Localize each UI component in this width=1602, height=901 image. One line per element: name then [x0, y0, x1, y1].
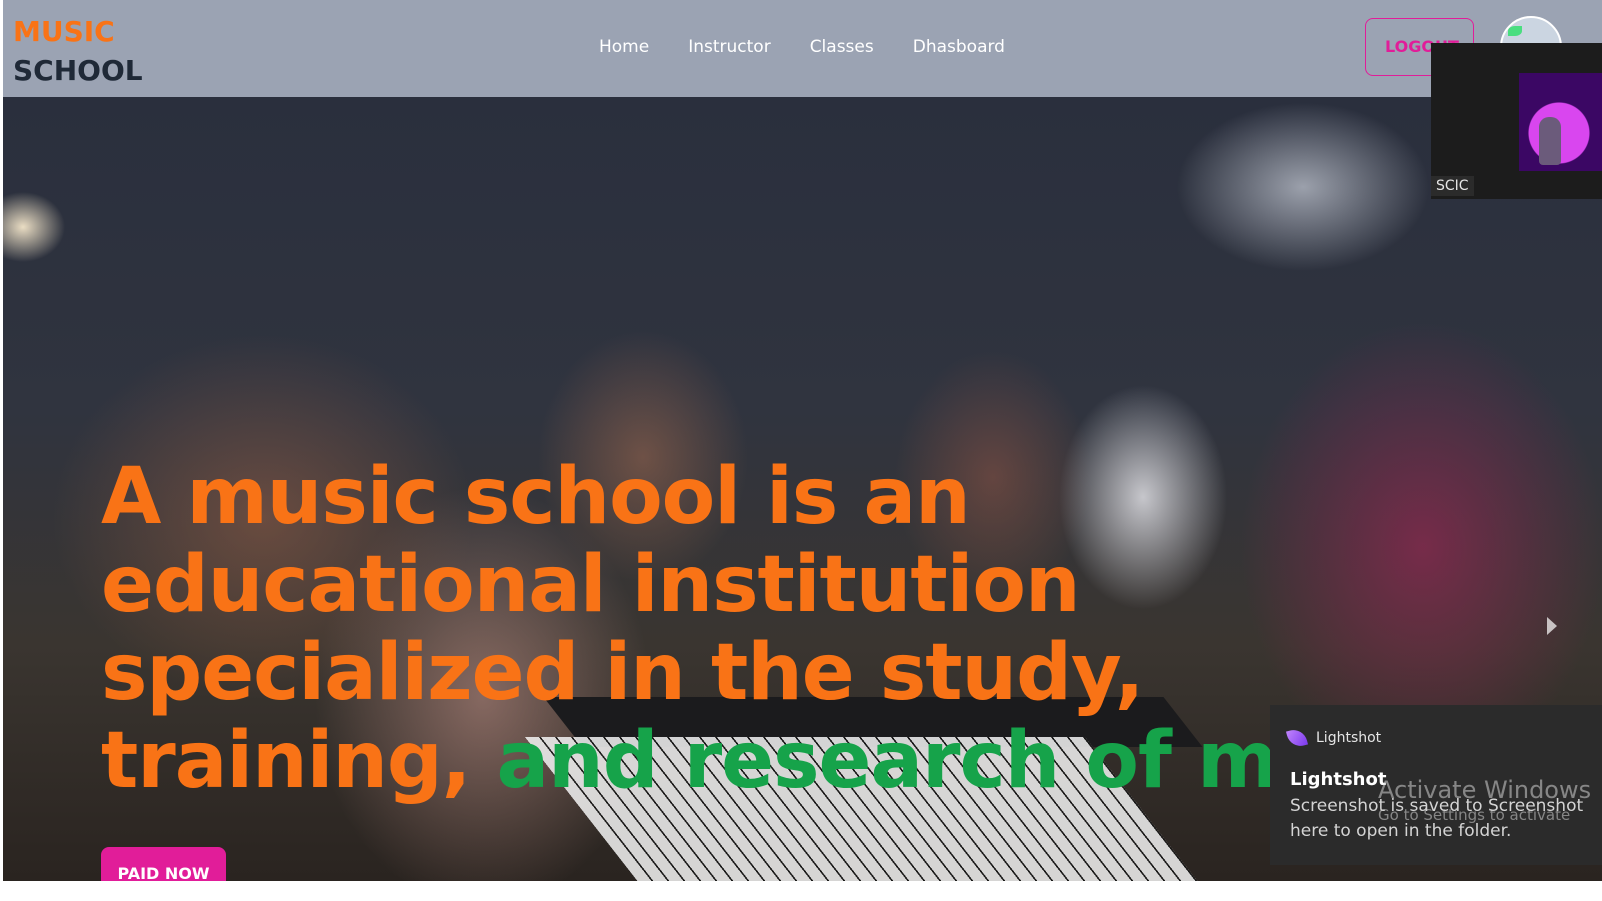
nav-classes[interactable]: Classes [810, 37, 874, 57]
page: MUSIC SCHOOL Home Instructor Classes Dha… [0, 0, 1602, 901]
bottom-strip [0, 881, 1602, 901]
paid-now-button[interactable]: PAID NOW [101, 847, 226, 881]
site-logo[interactable]: MUSIC SCHOOL [13, 12, 143, 90]
nav-instructor[interactable]: Instructor [688, 37, 770, 57]
hero-headline: A music school is an educational institu… [101, 453, 1471, 805]
carousel-next-icon[interactable] [1547, 617, 1557, 635]
avatar-leaf-icon [1508, 26, 1522, 36]
logo-line-music: MUSIC [13, 15, 115, 48]
main-nav: Home Instructor Classes Dhasboard [599, 37, 1044, 57]
nav-home[interactable]: Home [599, 37, 649, 57]
logo-line-school: SCHOOL [13, 54, 143, 87]
lightshot-notification[interactable]: Lightshot Lightshot Screenshot is saved … [1270, 705, 1602, 865]
video-call-overlay[interactable]: SCIC [1431, 43, 1602, 199]
video-participant-figure [1539, 117, 1561, 165]
notification-body: Screenshot is saved to Screenshot here t… [1290, 796, 1584, 841]
lightshot-feather-icon [1285, 726, 1309, 750]
nav-dashboard[interactable]: Dhasboard [913, 37, 1005, 57]
notification-app-name: Lightshot [1316, 730, 1382, 746]
notification-header: Lightshot [1285, 726, 1382, 750]
notification-title: Lightshot [1290, 769, 1387, 790]
top-navbar: MUSIC SCHOOL Home Instructor Classes Dha… [3, 0, 1602, 97]
video-participant-label: SCIC [1431, 176, 1474, 196]
